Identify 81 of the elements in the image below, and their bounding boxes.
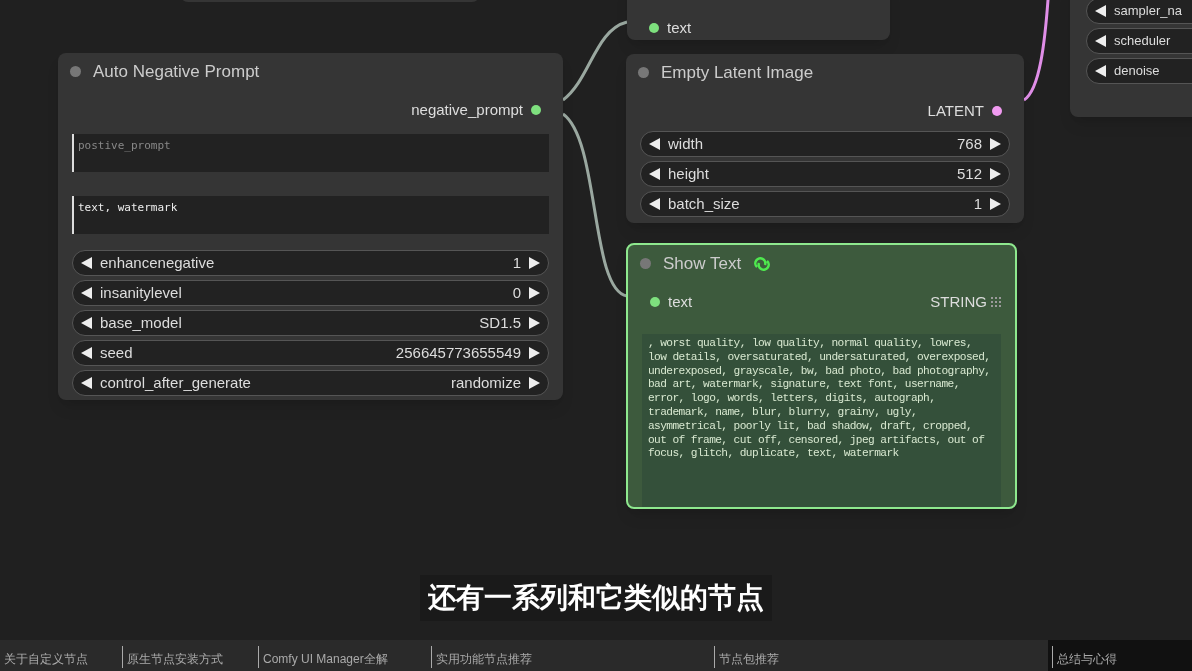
widget-label: width: [668, 133, 705, 154]
chapter-label[interactable]: 节点包推荐: [719, 650, 779, 668]
decrement-icon[interactable]: [1095, 35, 1106, 47]
chapter-marker-icon: [1052, 646, 1053, 668]
number-widget[interactable]: batch_size 1: [640, 191, 1010, 217]
prompt-field[interactable]: postive_prompt: [72, 134, 549, 172]
slot-label: LATENT: [927, 100, 984, 121]
widget-value: 512: [956, 163, 982, 184]
chapter-marker-icon: [258, 646, 259, 668]
chapter-label[interactable]: 原生节点安装方式: [127, 650, 223, 668]
widget-label: scheduler: [1114, 32, 1172, 51]
widget-value: 768: [956, 133, 982, 154]
widget-label: sampler_na: [1114, 2, 1183, 21]
increment-icon[interactable]: [990, 138, 1001, 150]
output-slot-icon[interactable]: [531, 105, 541, 115]
subtitle: 还有一系列和它类似的节点: [420, 575, 772, 621]
output-text: , worst quality, low quality, normal quality, lowres, low details, oversaturated, undersaturated, overexposed, underexposed, grayscale, bw, bad photo, bad photography, bad art, watermark, signature, text font, username, error, logo, words, letters, digits, autograph, trademark, name, blur, blurry, grainy, ugly, asymmetrical, poorly lit, bad shadow, draft, cropped, out of frame, cut off, censored, jpeg artifacts, out of focus, glitch, duplicate, text, watermark: [642, 334, 1001, 507]
widget-value: randomize: [450, 372, 521, 393]
number-widget[interactable]: control_after_generate randomize: [72, 370, 549, 396]
chapter-label[interactable]: Comfy UI Manager全解: [263, 650, 388, 668]
increment-icon[interactable]: [529, 317, 540, 329]
increment-icon[interactable]: [529, 257, 540, 269]
increment-icon[interactable]: [529, 377, 540, 389]
number-widget[interactable]: insanitylevel 0: [72, 280, 549, 306]
number-widget[interactable]: width 768: [640, 131, 1010, 157]
widget-label: height: [668, 163, 710, 184]
increment-icon[interactable]: [990, 168, 1001, 180]
widget-value: 0: [512, 282, 521, 303]
slot-label: text: [667, 17, 692, 38]
widget-label: denoise: [1114, 62, 1161, 81]
widget-label: batch_size: [668, 193, 741, 214]
slot-label: negative_prompt: [411, 99, 523, 120]
input-slot-icon[interactable]: [650, 297, 660, 307]
chapter-marker-icon: [122, 646, 123, 668]
slot-label: STRING: [930, 291, 987, 312]
number-widget[interactable]: base_model SD1.5: [72, 310, 549, 336]
output-slot-icon[interactable]: [992, 106, 1002, 116]
decrement-icon[interactable]: [81, 317, 92, 329]
prompt-field[interactable]: text, watermark: [72, 196, 549, 234]
chapter-label[interactable]: 关于自定义节点: [4, 650, 88, 668]
widget-label: enhancenegative: [100, 252, 216, 273]
node-card[interactable]: sampler_na scheduler denoise: [1070, 0, 1192, 117]
node-card[interactable]: text: [627, 0, 890, 40]
chapter-marker-icon: [714, 646, 715, 668]
decrement-icon[interactable]: [81, 287, 92, 299]
number-widget[interactable]: height 512: [640, 161, 1010, 187]
increment-icon[interactable]: [529, 287, 540, 299]
number-widget[interactable]: enhancenegative 1: [72, 250, 549, 276]
number-widget[interactable]: denoise: [1086, 58, 1192, 84]
widget-value: SD1.5: [479, 312, 521, 333]
widget-label: seed: [100, 342, 134, 363]
slot-label: text: [668, 291, 693, 312]
chapter-label[interactable]: 实用功能节点推荐: [436, 650, 532, 668]
increment-icon[interactable]: [529, 347, 540, 359]
node-card[interactable]: [626, 243, 1017, 509]
decrement-icon[interactable]: [649, 138, 660, 150]
widget-label: control_after_generate: [100, 372, 252, 393]
node-title: Empty Latent Image: [661, 61, 814, 84]
output-grid-icon[interactable]: [991, 297, 1001, 307]
decrement-icon[interactable]: [81, 377, 92, 389]
decrement-icon[interactable]: [81, 257, 92, 269]
increment-icon[interactable]: [990, 198, 1001, 210]
decrement-icon[interactable]: [1095, 65, 1106, 77]
decrement-icon[interactable]: [649, 198, 660, 210]
input-slot-icon[interactable]: [649, 23, 659, 33]
chapter-marker-icon: [431, 646, 432, 668]
number-widget[interactable]: seed 256645773655549: [72, 340, 549, 366]
widget-value: 256645773655549: [395, 342, 521, 363]
node-card[interactable]: Auto Negative Prompt negative_prompt postive_prompt text, watermark enhancenegative 1 insanitylevel 0 base_model SD1.5 seed 256645773655549 control_after_generate randomize: [58, 53, 563, 400]
decrement-icon[interactable]: [1095, 5, 1106, 17]
widget-value: 1: [512, 252, 521, 273]
node-title: Auto Negative Prompt: [93, 60, 260, 83]
widget-value: 1: [973, 193, 982, 214]
decrement-icon[interactable]: [81, 347, 92, 359]
number-widget[interactable]: sampler_na: [1086, 0, 1192, 24]
node-card[interactable]: Empty Latent Image LATENT width 768 height 512 batch_size 1: [626, 54, 1024, 223]
widget-label: insanitylevel: [100, 282, 183, 303]
decrement-icon[interactable]: [649, 168, 660, 180]
node-title: Show Text: [663, 252, 742, 275]
widget-label: base_model: [100, 312, 183, 333]
number-widget[interactable]: scheduler: [1086, 28, 1192, 54]
